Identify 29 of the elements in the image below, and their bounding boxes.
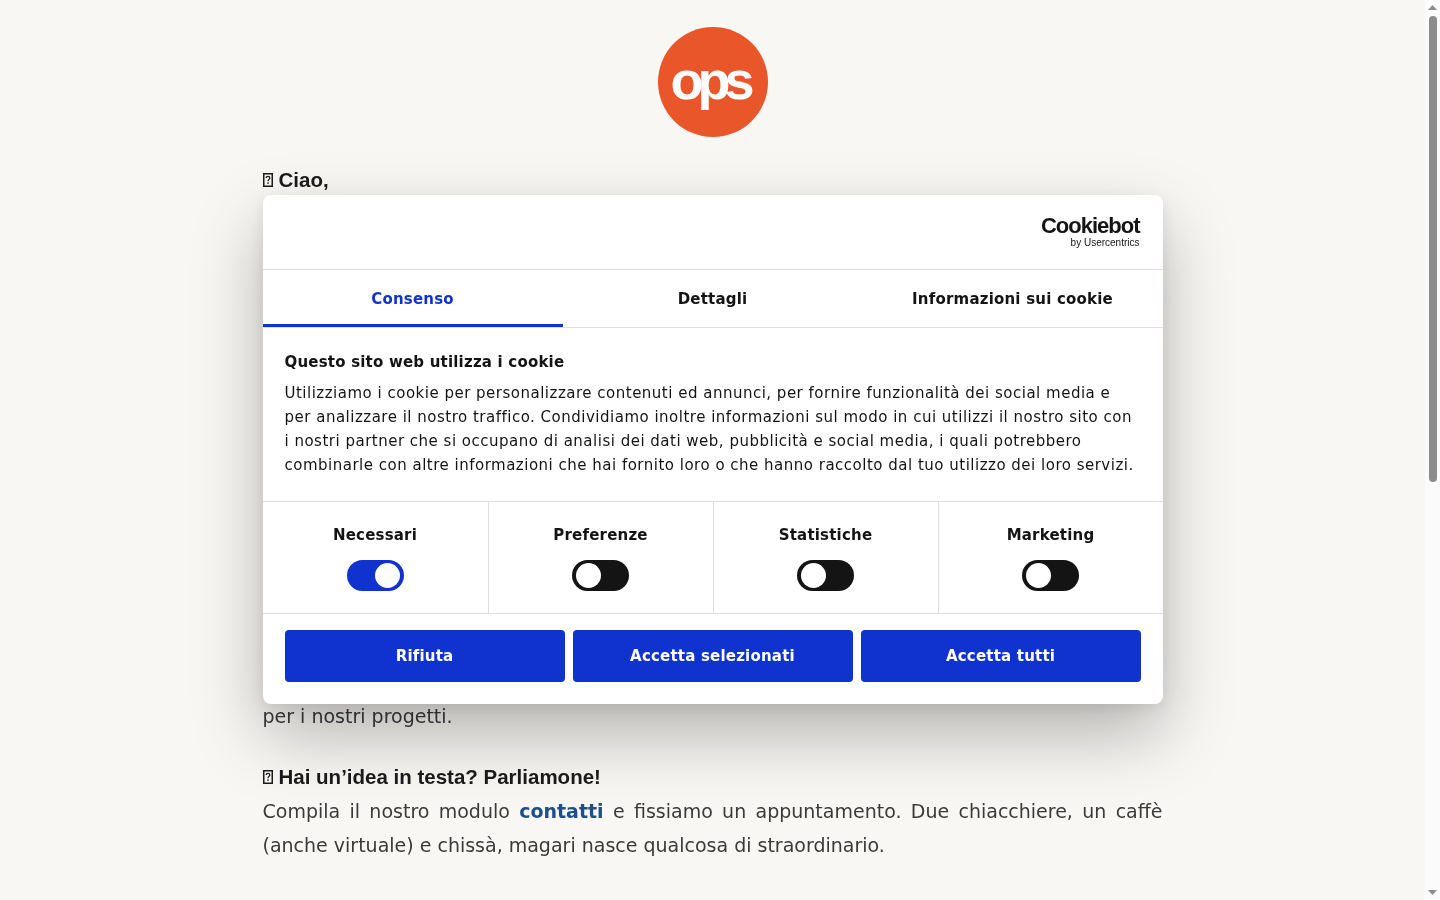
brand-logo-text: Cookiebot bbox=[1040, 215, 1140, 237]
missing-glyph-icon bbox=[262, 770, 273, 784]
tab[interactable]: Dettagli bbox=[562, 270, 863, 327]
site-logo: ops bbox=[657, 27, 768, 137]
toggle-switch[interactable] bbox=[1022, 560, 1079, 591]
scrollbar-thumb[interactable] bbox=[1428, 16, 1437, 482]
accept-selected-button[interactable]: Accetta selezionati bbox=[572, 630, 853, 682]
missing-glyph-icon bbox=[262, 173, 273, 187]
toggle-label: Necessari bbox=[332, 525, 418, 546]
toggle-label: Statistiche bbox=[778, 525, 873, 546]
contact-link[interactable]: contatti bbox=[519, 800, 604, 822]
paragraph: per i nostri progetti. bbox=[262, 705, 454, 727]
tab[interactable]: Informazioni sui cookie bbox=[862, 270, 1163, 327]
heading: Hai un’idea in testa? Parliamone! bbox=[278, 765, 601, 789]
toggle-switch[interactable] bbox=[346, 560, 404, 591]
scroll-down-arrow-icon[interactable] bbox=[1428, 890, 1437, 895]
dialog-text: Utilizziamo i cookie per personalizzare contenuti ed annunci, per fornire funzionalità dei social media e per analizzare il nostro traffico. Condividiamo inoltre informazioni sul modo in cui utilizzi il nostro sito con i nostri partner che si occupano di analisi dei dati web, pubblicità e social media, i quali potrebbero combinarle con altre informazioni che hai fornito loro o che hanno raccolto dal tuo utilizzo dei loro servizi. bbox=[284, 383, 1135, 476]
toggle-switch[interactable] bbox=[797, 560, 854, 591]
accept-all-button[interactable]: Accetta tutti bbox=[860, 630, 1141, 682]
dialog-title: Questo sito web utilizza i cookie bbox=[284, 352, 566, 373]
brand-tagline: by Usercentrics bbox=[1070, 237, 1140, 249]
scroll-up-arrow-icon[interactable] bbox=[1428, 5, 1437, 10]
tab[interactable]: Consenso bbox=[262, 270, 563, 327]
paragraph: Compila il nostro modulo contatti e fissiamo un appuntamento. Due chiacchiere, un caffè (anche virtuale) e chissà, magari nasce qualcosa di straordinario. bbox=[262, 799, 1163, 858]
toggle-switch[interactable] bbox=[572, 560, 629, 591]
toggle-label: Preferenze bbox=[553, 525, 648, 546]
heading: Ciao, bbox=[278, 168, 329, 192]
toggle-label: Marketing bbox=[1006, 525, 1095, 546]
reject-button[interactable]: Rifiuta bbox=[284, 630, 565, 682]
